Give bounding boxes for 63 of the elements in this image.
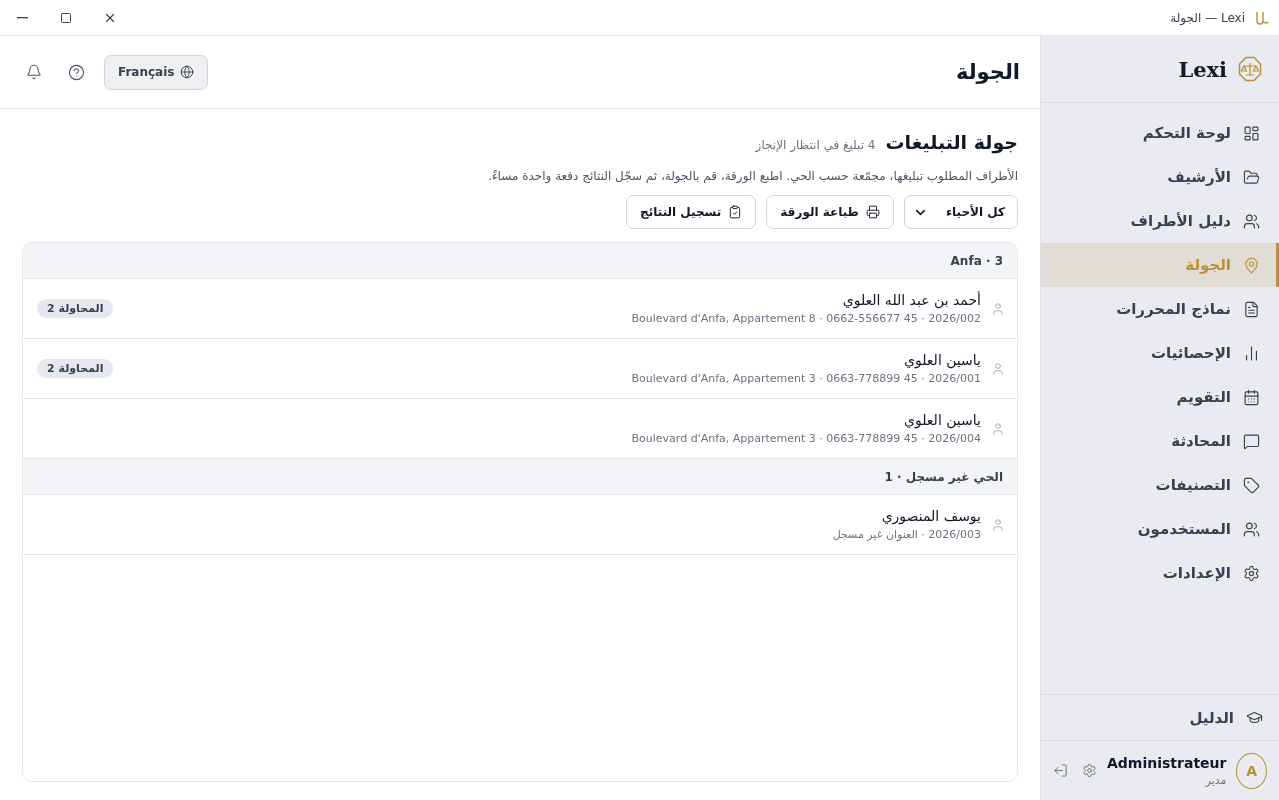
- print-button[interactable]: طباعة الورقة: [766, 195, 894, 229]
- bell-icon: [26, 64, 42, 80]
- logout-icon[interactable]: [1053, 763, 1068, 778]
- settings-icon: [1243, 564, 1260, 582]
- scale-logo-icon: [1237, 56, 1263, 82]
- party-name: يوسف المنصوري: [880, 508, 981, 524]
- clipboard-check-icon: [728, 205, 743, 219]
- district-select[interactable]: كل الأحياء: [903, 195, 1018, 229]
- person-icon: [991, 361, 1005, 376]
- user-role: مدير: [1204, 773, 1227, 787]
- party-row[interactable]: يوسف المنصوري 2026/003 · العنوان غير مسجل: [23, 495, 1017, 555]
- nav-item[interactable]: الإحصائيات: [1041, 331, 1279, 375]
- guide-link[interactable]: الدليل: [1041, 694, 1279, 741]
- chat-bubble-icon: [1243, 432, 1260, 450]
- nav-item[interactable]: الإعدادات: [1041, 551, 1279, 595]
- calendar-icon: [1243, 388, 1260, 406]
- people-icon: [1243, 212, 1260, 230]
- party-details: 2026/003 · العنوان غير مسجل: [832, 528, 981, 541]
- person-icon: [991, 517, 1005, 532]
- group-title: Anfa · 3: [950, 253, 1003, 268]
- nav-item[interactable]: الأرشيف: [1041, 155, 1279, 199]
- window-title: Lexi — الجولة: [1170, 10, 1245, 25]
- party-details: Boulevard d'Anfa, Appartement 8 · 0662-556677 45 · 2026/002: [631, 312, 981, 325]
- record-results-button[interactable]: تسجيل النتائج: [626, 195, 757, 229]
- attempt-badge: المحاولة 2: [37, 299, 114, 318]
- nav-item[interactable]: المستخدمون: [1041, 507, 1279, 551]
- dashboard-icon: [1243, 124, 1260, 142]
- user-name: Administrateur: [1107, 754, 1227, 771]
- nav-item[interactable]: دليل الأطراف: [1041, 199, 1279, 243]
- app-icon: [1253, 9, 1269, 26]
- nav-item[interactable]: لوحة التحكم: [1041, 111, 1279, 155]
- group-title: الحي غير مسجل · 1: [884, 469, 1003, 484]
- party-name: ياسين العلوي: [903, 412, 981, 428]
- graduation-cap-icon: [1246, 709, 1263, 726]
- person-icon: [991, 301, 1005, 316]
- globe-icon: [180, 65, 195, 79]
- settings-icon[interactable]: [1082, 763, 1097, 778]
- map-pin-icon: [1243, 256, 1260, 274]
- maximize-icon: [60, 11, 72, 24]
- document-icon: [1243, 300, 1260, 318]
- party-name: أحمد بن عبد الله العلوي: [841, 292, 981, 308]
- help-icon: [67, 63, 85, 81]
- nav-item[interactable]: المحادثة: [1041, 419, 1279, 463]
- nav-item[interactable]: التصنيفات: [1041, 463, 1279, 507]
- attempt-badge: المحاولة 2: [37, 359, 114, 378]
- nav-item[interactable]: التقويم: [1041, 375, 1279, 419]
- pending-count: 4 تبليغ في انتظار الإنجاز: [755, 138, 876, 152]
- tag-icon: [1243, 476, 1260, 494]
- printer-icon: [865, 205, 880, 219]
- brand-name: Lexi: [1178, 56, 1227, 82]
- bar-chart-icon: [1243, 344, 1260, 362]
- nav-item[interactable]: نماذج المحررات: [1041, 287, 1279, 331]
- people-icon: [1243, 520, 1260, 538]
- page-title: الجولة: [956, 60, 1020, 84]
- section-title: جولة التبليغات: [885, 131, 1018, 153]
- language-button[interactable]: Français: [104, 54, 209, 90]
- party-details: Boulevard d'Anfa, Appartement 3 · 0663-778899 45 · 2026/004: [631, 432, 981, 445]
- section-description: الأطراف المطلوب تبليغها، مجمّعة حسب الحي. اطبع الورقة، قم بالجولة، ثم سجّل النتائج دفعة واحدة مساءً.: [487, 169, 1018, 183]
- minimize-icon: [16, 16, 28, 19]
- folder-icon: [1243, 168, 1260, 186]
- party-details: Boulevard d'Anfa, Appartement 3 · 0663-778899 45 · 2026/001: [631, 372, 981, 385]
- party-name: ياسين العلوي: [903, 352, 981, 368]
- person-icon: [991, 421, 1005, 436]
